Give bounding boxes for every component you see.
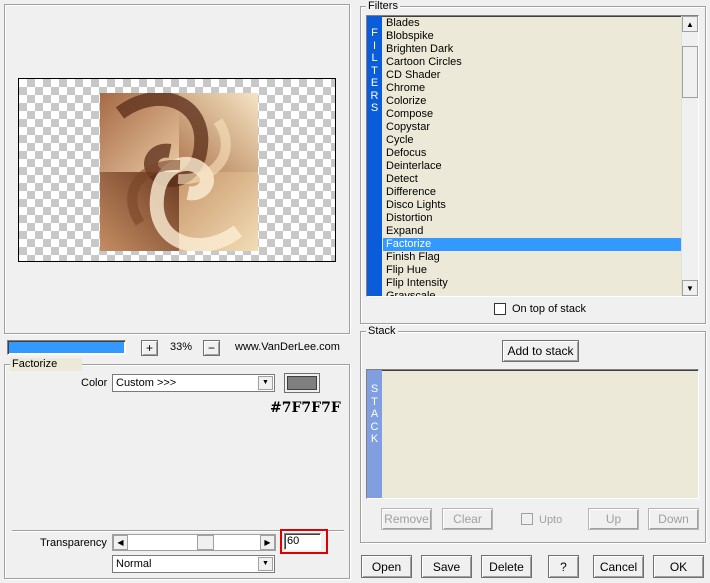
filters-list[interactable]: Blades Blobspike Brighten Dark Cartoon Circ… — [383, 17, 681, 296]
help-button[interactable]: ? — [548, 555, 579, 578]
filter-list-item[interactable]: Expand — [383, 225, 681, 238]
remove-button[interactable]: Remove — [381, 508, 432, 530]
filters-scrollbar-thumb[interactable] — [682, 46, 698, 98]
vertical-label-letter: K — [370, 433, 379, 445]
filters-scrollbar[interactable]: ▲ ▼ — [681, 16, 698, 296]
vertical-label-letter: A — [370, 408, 379, 420]
render-progress-bar — [7, 340, 126, 355]
slider-left-arrow-icon[interactable]: ◀ — [113, 535, 128, 550]
transparency-label: Transparency — [40, 537, 107, 549]
filter-list-item[interactable]: Detect — [383, 173, 681, 186]
website-link[interactable]: www.VanDerLee.com — [235, 341, 340, 353]
zoom-level: 33% — [170, 341, 193, 353]
cancel-button[interactable]: Cancel — [593, 555, 644, 578]
render-progress-fill — [9, 342, 124, 353]
upto-checkbox[interactable] — [521, 513, 533, 525]
add-to-stack-button[interactable]: Add to stack — [502, 340, 579, 362]
stack-group-title: Stack — [366, 325, 398, 338]
filter-list-item[interactable]: Chrome — [383, 82, 681, 95]
preview-canvas[interactable] — [18, 78, 336, 262]
blend-mode-select[interactable]: Normal ▼ — [112, 555, 275, 573]
color-select[interactable]: Custom >>> ▼ — [112, 374, 275, 392]
filter-list-item[interactable]: Difference — [383, 186, 681, 199]
blend-mode-value: Normal — [116, 558, 152, 570]
zoom-in-button[interactable]: + — [141, 340, 158, 356]
filter-list-item[interactable]: Cycle — [383, 134, 681, 147]
filter-list-item[interactable]: Finish Flag — [383, 251, 681, 264]
filter-list-item[interactable]: Cartoon Circles — [383, 56, 681, 69]
filter-list-item[interactable]: Factorize — [383, 238, 681, 251]
filters-group-title: Filters — [366, 0, 400, 13]
save-button[interactable]: Save — [421, 555, 472, 578]
transparency-input-value: 60 — [287, 535, 300, 547]
filter-list-item[interactable]: Brighten Dark — [383, 43, 681, 56]
on-top-label[interactable]: On top of stack — [512, 303, 586, 315]
down-button[interactable]: Down — [648, 508, 699, 530]
filter-list-item[interactable]: Disco Lights — [383, 199, 681, 212]
open-button[interactable]: Open — [361, 555, 412, 578]
filters-list-box: FILTERS Blades Blobspike Brighten Dark Cart… — [366, 15, 699, 297]
ok-button[interactable]: OK — [653, 555, 704, 578]
filters-side-strip: FILTERS — [367, 16, 382, 296]
upto-label[interactable]: Upto — [539, 514, 562, 526]
filter-list-item[interactable]: Flip Hue — [383, 264, 681, 277]
filter-list-item[interactable]: Copystar — [383, 121, 681, 134]
color-label: Color — [81, 377, 108, 389]
filter-list-item[interactable]: Blobspike — [383, 30, 681, 43]
delete-button[interactable]: Delete — [481, 555, 532, 578]
transparency-slider[interactable]: ◀ ▶ — [112, 534, 276, 551]
stack-vertical-label: STACK — [367, 384, 382, 447]
filter-list-item[interactable]: CD Shader — [383, 69, 681, 82]
filter-list-item[interactable]: Deinterlace — [383, 160, 681, 173]
filter-list-item[interactable]: Grayscale — [383, 290, 681, 296]
color-swatch — [287, 376, 317, 390]
filter-list-item[interactable]: Colorize — [383, 95, 681, 108]
factorize-group-title: Factorize — [10, 358, 82, 371]
scroll-up-arrow-icon[interactable]: ▲ — [682, 16, 698, 32]
chevron-down-icon[interactable]: ▼ — [258, 376, 273, 390]
vertical-label-letter: S — [370, 102, 379, 114]
stack-side-strip: STACK — [367, 370, 382, 498]
vertical-label-letter: F — [371, 27, 378, 39]
filter-list-item[interactable]: Flip Intensity — [383, 277, 681, 290]
filter-list-item[interactable]: Compose — [383, 108, 681, 121]
scroll-down-arrow-icon[interactable]: ▼ — [682, 280, 698, 296]
transparency-slider-thumb[interactable] — [197, 535, 214, 550]
stack-list-box[interactable]: STACK — [366, 369, 699, 499]
up-button[interactable]: Up — [588, 508, 639, 530]
vertical-label-letter: S — [370, 383, 379, 395]
zoom-out-button[interactable]: − — [203, 340, 220, 356]
filters-vertical-label: FILTERS — [367, 28, 382, 116]
chevron-down-icon[interactable]: ▼ — [258, 557, 273, 571]
color-swatch-button[interactable] — [284, 373, 320, 393]
on-top-checkbox[interactable] — [494, 303, 506, 315]
filter-list-item[interactable]: Distortion — [383, 212, 681, 225]
preview-image — [100, 93, 258, 251]
slider-right-arrow-icon[interactable]: ▶ — [260, 535, 275, 550]
vertical-label-letter: L — [371, 52, 378, 64]
vertical-label-letter: E — [370, 77, 379, 89]
clear-button[interactable]: Clear — [442, 508, 493, 530]
filter-list-item[interactable]: Defocus — [383, 147, 681, 160]
transparency-input[interactable]: 60 — [284, 533, 321, 550]
color-hex-text: #7F7F7F — [270, 400, 341, 416]
filter-list-item[interactable]: Blades — [383, 17, 681, 30]
color-select-value: Custom >>> — [116, 377, 177, 389]
